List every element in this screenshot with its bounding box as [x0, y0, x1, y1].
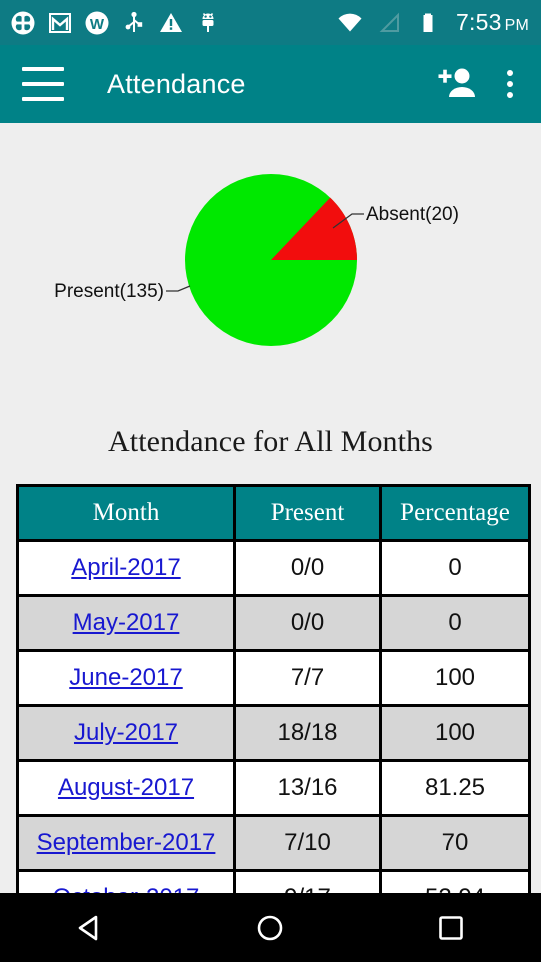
w-app-icon: W: [84, 10, 110, 36]
table-row[interactable]: August-2017 13/16 81.25: [19, 762, 528, 817]
overflow-menu-icon[interactable]: [497, 62, 523, 106]
hamburger-line: [22, 97, 64, 101]
month-link[interactable]: June-2017: [69, 664, 182, 691]
cell-month[interactable]: April-2017: [19, 542, 236, 597]
cell-present: 18/18: [236, 707, 382, 762]
phone-screen: W 7:53 PM Attendance Absent(20) Present(…: [0, 0, 541, 962]
system-navigation-bar: [0, 893, 541, 962]
pie-label-absent: Absent(20): [366, 204, 459, 225]
cell-month[interactable]: October-2017: [19, 872, 236, 893]
cell-present: 7/10: [236, 817, 382, 872]
table-row[interactable]: June-2017 7/7 100: [19, 652, 528, 707]
present-value: 13/16: [277, 774, 338, 801]
overflow-dot: [507, 92, 513, 98]
app-bar: Attendance: [0, 45, 541, 123]
cell-present: 7/7: [236, 652, 382, 707]
hamburger-line: [22, 82, 64, 86]
cell-month[interactable]: June-2017: [19, 652, 236, 707]
cell-percentage: 52.94: [382, 872, 528, 893]
attendance-table: Month Present Percentage April-2017 0/0 …: [16, 484, 531, 893]
present-leader-line: [166, 285, 191, 292]
table-header-row: Month Present Percentage: [19, 487, 528, 542]
present-value: 0/0: [290, 609, 325, 636]
pie-label-present: Present(135): [54, 281, 164, 302]
cell-month[interactable]: August-2017: [19, 762, 236, 817]
cell-month[interactable]: July-2017: [19, 707, 236, 762]
month-link[interactable]: August-2017: [58, 774, 194, 801]
table-row[interactable]: July-2017 18/18 100: [19, 707, 528, 762]
column-header-month: Month: [19, 487, 236, 542]
month-link[interactable]: September-2017: [37, 829, 216, 856]
present-value: 7/7: [290, 664, 325, 691]
cell-percentage: 100: [382, 707, 528, 762]
table-row[interactable]: October-2017 9/17 52.94: [19, 872, 528, 893]
percentage-value: 81.25: [424, 774, 486, 801]
status-bar: W 7:53 PM: [0, 0, 541, 45]
month-link[interactable]: October-2017: [53, 884, 200, 893]
add-person-icon[interactable]: [435, 62, 479, 106]
percentage-value: 70: [441, 829, 469, 856]
percentage-value: 0: [448, 609, 462, 636]
cell-percentage: 100: [382, 652, 528, 707]
cell-percentage: 0: [382, 597, 528, 652]
month-link[interactable]: July-2017: [74, 719, 178, 746]
recents-square-icon[interactable]: [416, 893, 486, 962]
flower-app-icon: [10, 10, 36, 36]
android-bug-icon: [195, 10, 221, 36]
percentage-value: 100: [434, 664, 476, 691]
status-bar-notification-icons: W: [10, 10, 221, 36]
page-title: Attendance: [107, 68, 246, 99]
usb-icon: [121, 10, 147, 36]
percentage-value: 52.94: [425, 884, 485, 893]
table-row[interactable]: September-2017 7/10 70: [19, 817, 528, 872]
clock-ampm: PM: [504, 17, 529, 34]
month-link[interactable]: April-2017: [71, 554, 180, 581]
battery-icon: [415, 10, 441, 36]
attendance-table-container: Month Present Percentage April-2017 0/0 …: [16, 484, 531, 893]
column-header-present: Present: [236, 487, 382, 542]
table-row[interactable]: April-2017 0/0 0: [19, 542, 528, 597]
home-circle-icon[interactable]: [235, 893, 305, 962]
percentage-value: 0: [448, 554, 462, 581]
wifi-icon: [337, 10, 363, 36]
table-row[interactable]: May-2017 0/0 0: [19, 597, 528, 652]
hamburger-menu-icon[interactable]: [22, 67, 64, 101]
main-content: Absent(20) Present(135) Attendance for A…: [0, 123, 541, 893]
cell-present: 9/17: [236, 872, 382, 893]
present-value: 0/0: [290, 554, 325, 581]
svg-text:W: W: [90, 16, 105, 33]
gmail-icon: [47, 10, 73, 36]
cell-month[interactable]: September-2017: [19, 817, 236, 872]
back-triangle-icon[interactable]: [55, 893, 125, 962]
table-body: April-2017 0/0 0 May-2017 0/0 0 June-201…: [19, 542, 528, 893]
hamburger-line: [22, 67, 64, 71]
cell-present: 0/0: [236, 597, 382, 652]
warning-icon: [158, 10, 184, 36]
cell-percentage: 0: [382, 542, 528, 597]
present-value: 7/10: [284, 829, 331, 856]
cell-present: 13/16: [236, 762, 382, 817]
cell-percentage: 81.25: [382, 762, 528, 817]
cell-signal-icon: [376, 10, 402, 36]
table-header: Month Present Percentage: [19, 487, 528, 542]
present-value: 9/17: [284, 884, 331, 893]
present-value: 18/18: [277, 719, 338, 746]
clock-time: 7:53: [456, 9, 502, 35]
overflow-dot: [507, 81, 513, 87]
attendance-pie-chart: Absent(20) Present(135): [0, 123, 541, 403]
status-bar-clock: 7:53 PM: [456, 9, 529, 36]
cell-percentage: 70: [382, 817, 528, 872]
cell-present: 0/0: [236, 542, 382, 597]
cell-month[interactable]: May-2017: [19, 597, 236, 652]
table-title: Attendance for All Months: [108, 425, 433, 458]
month-link[interactable]: May-2017: [73, 609, 180, 636]
status-bar-system-icons: 7:53 PM: [337, 9, 529, 36]
percentage-value: 100: [434, 719, 476, 746]
overflow-dot: [507, 70, 513, 76]
column-header-percentage: Percentage: [382, 487, 528, 542]
